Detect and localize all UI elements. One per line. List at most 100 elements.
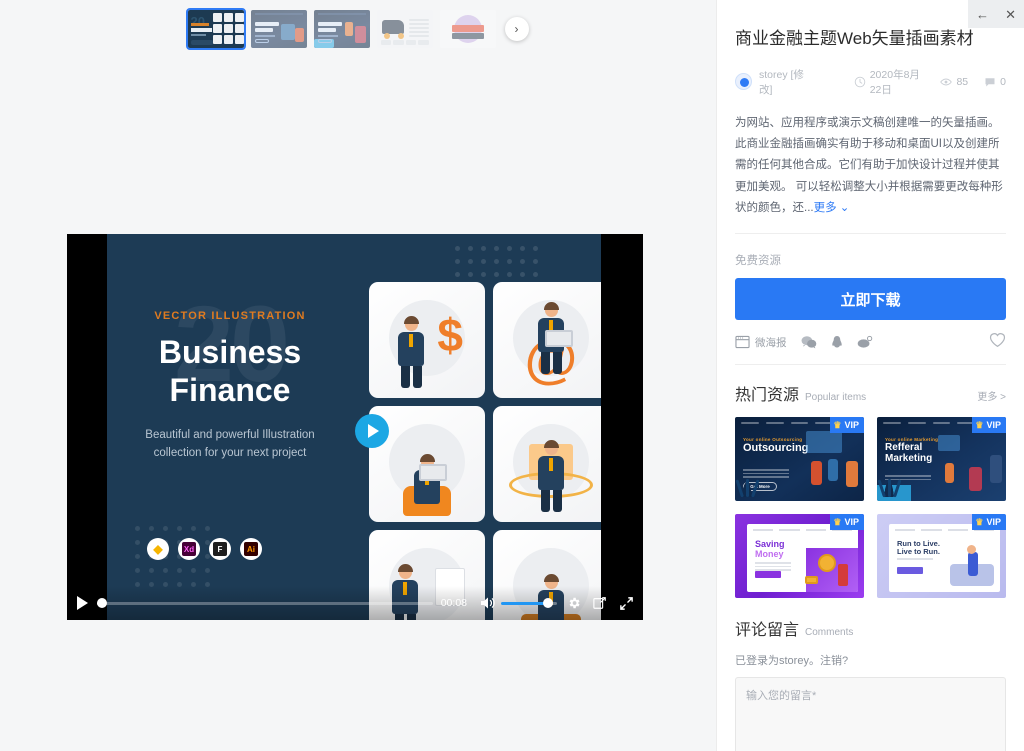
detail-panel: ← ✕ 商业金融主题Web矢量插画素材 storey [修改] 2020年8月2… [716, 0, 1024, 751]
popular-more-link[interactable]: 更多 > [977, 388, 1006, 403]
progress-knob[interactable] [97, 598, 108, 608]
popular-card-title-line2: Money [755, 548, 784, 559]
close-icon[interactable]: ✕ [1002, 6, 1019, 23]
comment-input[interactable] [735, 677, 1006, 751]
decorative-dots-top [455, 246, 546, 285]
video-play-overlay-button[interactable] [355, 414, 389, 448]
view-count: 85 [940, 76, 968, 88]
crown-icon: ♛ [975, 516, 984, 527]
video-kicker: VECTOR ILLUSTRATION [154, 310, 306, 322]
volume-icon [481, 597, 495, 609]
video-title-line2: Finance [169, 371, 291, 408]
settings-button[interactable] [561, 586, 587, 620]
video-controls-bar: 00:08 [67, 586, 643, 620]
login-status-line[interactable]: 已登录为storey。注销? [735, 652, 1006, 668]
popular-item-run-to-live[interactable]: ♛ VIP Run to Live. Live to Run. [877, 514, 1006, 599]
thumbnail-outsourcing[interactable] [250, 10, 307, 48]
description-text: 为网站、应用程序或演示文稿创建唯一的矢量插画。此商业金融插画确实有助于移动和桌面… [735, 116, 1003, 214]
clock-icon [854, 76, 865, 88]
comments-section-header: 评论留言 Comments [735, 616, 1006, 640]
comment-count-text: 0 [1000, 75, 1006, 88]
picture-in-picture-icon [593, 597, 606, 609]
weibo-share-button[interactable] [857, 335, 873, 349]
thumb-number: 20 [190, 14, 205, 29]
tool-icons-row: ◆ Xd F Ai [147, 538, 262, 560]
volume-slider[interactable] [501, 586, 557, 620]
play-icon [76, 596, 88, 610]
popular-card-title: Outsourcing [743, 442, 809, 455]
video-headline-block: 20 VECTOR ILLUSTRATION Business Finance … [125, 272, 335, 463]
popular-card-title: Refferal Marketing [885, 443, 932, 464]
thumbnail-refferal-marketing[interactable] [313, 10, 370, 48]
picture-in-picture-button[interactable] [587, 586, 613, 620]
fullscreen-button[interactable] [613, 586, 639, 620]
comment-icon [985, 78, 995, 87]
volume-button[interactable] [475, 586, 501, 620]
video-stage: 20 VECTOR ILLUSTRATION Business Finance … [107, 234, 601, 620]
comments-title-cn: 评论留言 [735, 622, 800, 640]
page-title: 商业金融主题Web矢量插画素材 [735, 29, 974, 48]
thumbnail-purple-illustration[interactable] [439, 10, 496, 48]
comments-title-en: Comments [805, 627, 854, 639]
popular-card-title-line2: Live to Run. [897, 547, 940, 557]
crown-icon: ♛ [975, 419, 984, 430]
download-button[interactable]: 立即下载 [735, 278, 1006, 321]
popular-section-header: 热门资源 Popular items 更多 > [735, 381, 1006, 405]
video-player[interactable]: 20 VECTOR ILLUSTRATION Business Finance … [67, 234, 643, 620]
free-resource-label: 免费资源 [735, 255, 781, 268]
thumbnail-next-button[interactable]: › [504, 17, 529, 41]
chevron-right-icon: › [514, 22, 519, 36]
volume-fill [501, 601, 549, 605]
avatar [735, 73, 752, 91]
popular-item-refferal-marketing[interactable]: ♛ VIP Your online Marketing Refferal Mar… [877, 417, 1006, 502]
vip-label: VIP [986, 517, 1001, 528]
poster-share-button[interactable]: 微海报 [735, 335, 787, 350]
preview-pane: 20 › 20 VECTOR ILLUSTRATION Business Fin… [0, 0, 716, 751]
publish-date: 2020年8月22日 [854, 67, 925, 97]
thumbnail-business-finance[interactable]: 20 [185, 8, 246, 50]
volume-knob[interactable] [543, 598, 554, 608]
fullscreen-icon [619, 596, 633, 610]
popular-card-title: Saving Money [755, 539, 785, 559]
video-progress-slider[interactable] [97, 586, 433, 620]
qq-share-button[interactable] [831, 335, 843, 350]
popular-item-outsourcing[interactable]: ♛ VIP Your online Outsourcing Outsourcin… [735, 417, 864, 502]
view-count-text: 85 [956, 75, 969, 88]
description: 为网站、应用程序或演示文稿创建唯一的矢量插画。此商业金融插画确实有助于移动和桌面… [735, 113, 1006, 219]
volume-track [501, 598, 557, 608]
popular-items-grid: ♛ VIP Your online Outsourcing Outsourcin… [735, 417, 1006, 599]
back-arrow-icon[interactable]: ← [973, 6, 992, 23]
meta-row: storey [修改] 2020年8月22日 85 0 [735, 67, 1006, 97]
video-title-line1: Business [158, 334, 302, 370]
wechat-share-button[interactable] [801, 335, 817, 349]
video-time-label: 00:08 [440, 597, 467, 609]
weibo-icon [857, 336, 872, 348]
illustration-card [493, 406, 601, 522]
popular-item-saving-money[interactable]: ♛ VIP Saving Money [735, 514, 864, 599]
adobe-xd-icon: Xd [178, 538, 200, 560]
play-pause-button[interactable] [67, 596, 97, 610]
play-icon [368, 424, 379, 438]
vip-label: VIP [844, 517, 859, 528]
favorite-button[interactable] [989, 332, 1006, 353]
thumbnail-car-features[interactable] [376, 10, 433, 48]
vip-badge: ♛ VIP [830, 514, 864, 531]
video-subtitle-line2: collection for your next project [153, 447, 307, 460]
illustration-card: $ [369, 282, 485, 398]
comment-count: 0 [984, 76, 1006, 88]
popular-card-title-line2: Marketing [885, 452, 933, 464]
author-name[interactable]: storey [修改] [759, 67, 806, 97]
illustration-card-grid: $ @ [369, 282, 601, 620]
publish-date-text: 2020年8月22日 [869, 68, 920, 96]
vip-badge: ♛ VIP [830, 417, 864, 434]
panel-header: ← ✕ [968, 0, 1024, 28]
popular-card-title: Run to Live. Live to Run. [897, 540, 940, 556]
more-link[interactable]: 更多 ⌄ [814, 202, 850, 214]
gear-icon [569, 597, 580, 609]
vip-badge: ♛ VIP [972, 417, 1006, 434]
popular-title-en: Popular items [805, 392, 867, 404]
crown-icon: ♛ [833, 516, 842, 527]
qq-icon [831, 335, 842, 348]
eye-icon [940, 78, 953, 86]
video-subtitle-line1: Beautiful and powerful Illustration [145, 428, 315, 441]
